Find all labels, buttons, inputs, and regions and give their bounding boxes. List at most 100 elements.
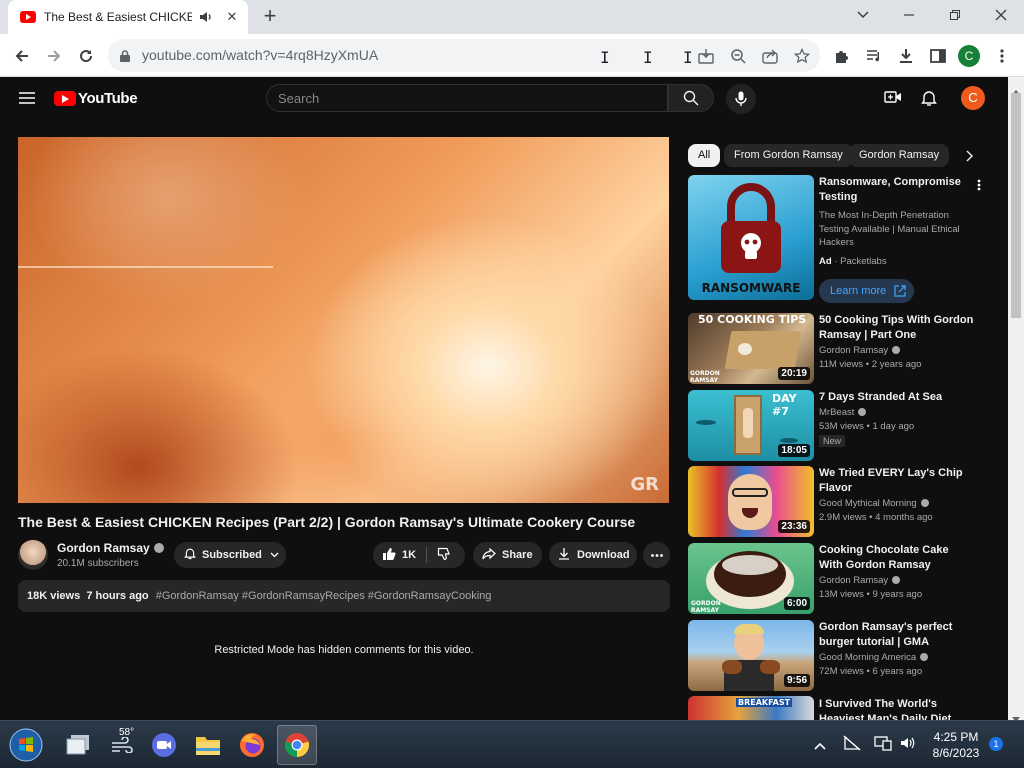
weather-temp: 58° [119, 727, 135, 738]
rec-title[interactable]: We Tried EVERY Lay's Chip Flavor [819, 466, 975, 496]
chip-gordon-ramsay[interactable]: Gordon Ramsay [849, 144, 950, 167]
video-player[interactable]: GR [18, 137, 669, 503]
rec-channel[interactable]: Gordon Ramsay [819, 345, 901, 356]
file-explorer-icon[interactable] [188, 725, 228, 765]
notification-badge[interactable]: 1 [989, 737, 1003, 751]
task-view-icon[interactable] [58, 725, 98, 765]
address-bar[interactable]: youtube.com/watch?v=4rq8HzyXmUA I I I [108, 39, 820, 72]
rec-title[interactable]: Gordon Ramsay's perfect burger tutorial … [819, 620, 975, 650]
back-button[interactable] [8, 42, 36, 70]
reload-button[interactable] [72, 42, 100, 70]
video-duration: 18:05 [778, 444, 810, 457]
rec-title[interactable]: I Survived The World's Heaviest Man's Da… [819, 697, 975, 720]
rec-item[interactable]: 50 COOKING TIPS GORDON RAMSAY 20:19 50 C… [688, 313, 988, 384]
side-panel-icon[interactable] [924, 42, 952, 70]
extensions-puzzle-icon[interactable] [828, 42, 856, 70]
downloads-icon[interactable] [892, 42, 920, 70]
thumbs-down-icon[interactable] [437, 547, 451, 564]
lock-icon[interactable] [120, 49, 130, 67]
system-clock[interactable]: 4:25 PM 8/6/2023 [920, 729, 992, 761]
create-video-icon[interactable] [884, 90, 902, 109]
speaker-icon[interactable] [198, 9, 214, 25]
subscribed-button[interactable]: Subscribed [174, 542, 286, 568]
rec-title[interactable]: Ransomware, Compromise Testing [819, 175, 975, 205]
chip-from-gordon-ramsay[interactable]: From Gordon Ramsay [724, 144, 853, 167]
rec-channel[interactable]: MrBeast [819, 407, 867, 418]
youtube-play-icon [54, 91, 76, 106]
views-and-age: 18K views 7 hours ago [27, 590, 149, 602]
page-scrollbar[interactable] [1008, 77, 1024, 722]
chrome-menu-icon[interactable] [988, 42, 1016, 70]
tab-close-icon[interactable]: ✕ [224, 9, 240, 25]
thumbs-up-icon[interactable] [382, 547, 396, 564]
profile-avatar[interactable]: C [958, 45, 980, 67]
rec-thumbnail[interactable]: 23:36 [688, 466, 814, 537]
share-page-icon[interactable] [760, 46, 780, 66]
youtube-account-avatar[interactable]: C [961, 86, 985, 110]
chevron-right-icon[interactable] [965, 149, 973, 167]
rec-item[interactable]: DAY #7 18:05 7 Days Stranded At Sea MrBe… [688, 390, 988, 461]
search-button[interactable] [668, 84, 714, 112]
close-window-button[interactable] [978, 0, 1024, 30]
chip-all[interactable]: All [688, 144, 721, 167]
zoom-app-icon[interactable] [144, 725, 184, 765]
bookmark-star-icon[interactable] [792, 46, 812, 66]
description-box[interactable]: 18K views 7 hours ago #GordonRamsay #Gor… [18, 580, 670, 612]
rec-channel[interactable]: Gordon Ramsay [819, 575, 901, 586]
ad-thumbnail[interactable]: RANSOMWARE [688, 175, 814, 300]
ad-card[interactable]: RANSOMWARE Ransomware, Compromise Testin… [688, 175, 988, 305]
rec-thumbnail[interactable]: 50 COOKING TIPS GORDON RAMSAY 20:19 [688, 313, 814, 384]
verified-check-icon [153, 543, 164, 553]
rec-views: 11M views • 2 years ago [819, 359, 922, 370]
minimize-button[interactable] [886, 0, 932, 30]
media-control-icon[interactable] [860, 42, 888, 70]
start-button[interactable] [6, 725, 46, 765]
rec-views: 72M views • 6 years ago [819, 666, 923, 677]
new-tab-button[interactable]: + [260, 5, 280, 27]
rec-channel[interactable]: Good Morning America [819, 652, 929, 663]
weather-widget[interactable]: 58° [102, 725, 142, 765]
url-text[interactable]: youtube.com/watch?v=4rq8HzyXmUA [142, 47, 378, 63]
rec-channel[interactable]: Good Mythical Morning [819, 498, 929, 509]
tab-search-chevron-icon[interactable] [840, 0, 886, 30]
install-app-icon[interactable] [696, 46, 716, 66]
like-count[interactable]: 1K [402, 549, 416, 561]
more-actions-button[interactable] [643, 542, 670, 568]
search-input[interactable]: Search [266, 84, 668, 112]
channel-name[interactable]: Gordon Ramsay [57, 541, 164, 555]
rec-thumbnail[interactable]: BREAKFAST [688, 696, 814, 720]
rec-item[interactable]: 9:56 Gordon Ramsay's perfect burger tuto… [688, 620, 988, 691]
volume-icon[interactable] [899, 735, 915, 756]
share-arrow-icon [482, 547, 496, 563]
display-projection-icon[interactable] [874, 735, 892, 756]
channel-avatar[interactable] [18, 540, 48, 570]
rec-item[interactable]: 23:36 We Tried EVERY Lay's Chip Flavor G… [688, 466, 988, 537]
hashtags[interactable]: #GordonRamsay #GordonRamsayRecipes #Gord… [156, 590, 492, 602]
notifications-bell-icon[interactable] [921, 89, 937, 112]
rec-title[interactable]: 7 Days Stranded At Sea [819, 390, 975, 405]
youtube-logo[interactable]: YouTube [54, 90, 138, 107]
rec-title[interactable]: 50 Cooking Tips With Gordon Ramsay | Par… [819, 313, 975, 343]
rec-title[interactable]: Cooking Chocolate Cake With Gordon Ramsa… [819, 543, 975, 573]
zoom-icon[interactable] [728, 46, 748, 66]
firefox-icon[interactable] [232, 725, 272, 765]
scrollbar-thumb[interactable] [1011, 93, 1021, 318]
rec-item[interactable]: BREAKFAST I Survived The World's Heavies… [688, 696, 988, 720]
restore-button[interactable] [932, 0, 978, 30]
forward-button[interactable] [40, 42, 68, 70]
rec-item[interactable]: GORDON RAMSAY 6:00 Cooking Chocolate Cak… [688, 543, 988, 614]
more-vertical-icon[interactable] [977, 178, 981, 196]
show-hidden-icons-chevron-icon[interactable] [814, 737, 826, 755]
network-disconnected-icon[interactable] [843, 735, 861, 756]
share-button[interactable]: Share [473, 542, 542, 568]
voice-search-button[interactable] [726, 84, 756, 114]
rec-thumbnail[interactable]: 9:56 [688, 620, 814, 691]
chrome-taskbar-icon[interactable] [277, 725, 317, 765]
rec-views: 13M views • 9 years ago [819, 589, 923, 600]
rec-thumbnail[interactable]: GORDON RAMSAY 6:00 [688, 543, 814, 614]
rec-thumbnail[interactable]: DAY #7 18:05 [688, 390, 814, 461]
download-button[interactable]: Download [549, 542, 637, 568]
browser-tab-active[interactable]: The Best & Easiest CHICKEN ✕ [8, 0, 248, 34]
hamburger-menu-icon[interactable] [19, 91, 35, 109]
learn-more-button[interactable]: Learn more [819, 279, 914, 303]
